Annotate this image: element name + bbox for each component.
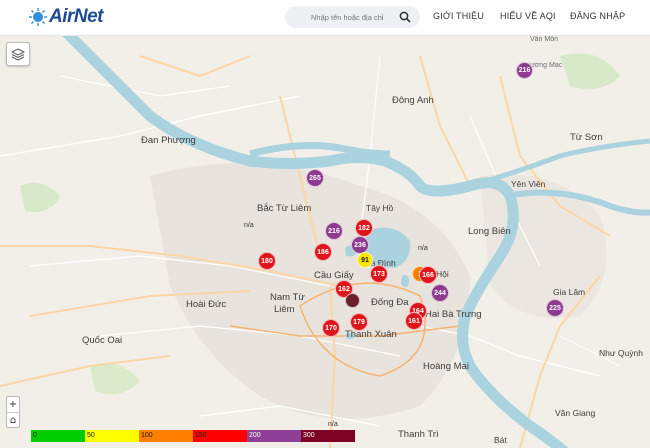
aqi-marker[interactable]: 186 xyxy=(314,243,332,261)
map-label: Từ Sơn xyxy=(570,132,603,143)
aqi-marker[interactable]: 180 xyxy=(258,252,276,270)
legend-swatch: 300 xyxy=(301,430,355,442)
map-label: Hoài Đức xyxy=(186,299,227,310)
na-label: n/a xyxy=(418,245,428,252)
map-label: Yên Viên xyxy=(511,179,546,189)
aqi-marker[interactable]: 182 xyxy=(355,219,373,237)
legend-swatch: 0 xyxy=(31,430,85,442)
layers-icon xyxy=(11,48,25,61)
map-base xyxy=(0,36,650,448)
aqi-marker[interactable]: 265 xyxy=(306,169,324,187)
aqi-marker[interactable]: 170 xyxy=(322,319,340,337)
map-label: Thanh Xuân xyxy=(345,329,397,340)
aqi-marker[interactable]: 161 xyxy=(405,312,423,330)
map-label: Hội xyxy=(436,269,449,279)
map-label: Đông Anh xyxy=(392,95,434,106)
legend-swatch: 200 xyxy=(247,430,301,442)
legend-swatch: 50 xyxy=(85,430,139,442)
aqi-legend: 0 50 100 150 200 300 xyxy=(31,430,355,442)
legend-swatch: 150 xyxy=(193,430,247,442)
map-label: Bắc Từ Liêm xyxy=(257,203,312,214)
map-label: Văn Giang xyxy=(555,408,596,418)
search-box[interactable] xyxy=(285,6,420,28)
aqi-marker[interactable]: 166 xyxy=(419,266,437,284)
map-label: Thanh Trì xyxy=(398,429,439,440)
map-label: Liêm xyxy=(274,304,295,315)
search-input[interactable] xyxy=(285,12,395,22)
map[interactable]: Vân Môn Đông Anh Đan Phượng Từ Sơn Yên V… xyxy=(0,36,650,448)
map-label: Như Quỳnh xyxy=(599,348,643,358)
logo-icon xyxy=(29,8,47,26)
map-label: Quốc Oai xyxy=(82,335,123,346)
map-label: Long Biên xyxy=(468,226,511,237)
na-label: n/a xyxy=(328,421,338,428)
header: AirNet GIỚI THIỆU HIỂU VỀ AQI ĐĂNG NHẬP xyxy=(0,0,650,36)
map-label: Cầu Giấy xyxy=(314,270,354,281)
aqi-marker[interactable]: 91 xyxy=(357,252,373,268)
aqi-marker[interactable]: 225 xyxy=(546,299,564,317)
map-label: Đống Đa xyxy=(371,297,409,308)
nav-about[interactable]: GIỚI THIỆU xyxy=(433,11,484,21)
aqi-marker[interactable] xyxy=(345,293,360,308)
aqi-marker[interactable]: 179 xyxy=(350,313,368,331)
map-label: Gia Lâm xyxy=(553,287,586,297)
map-label: Tây Hồ xyxy=(366,203,394,213)
map-label: Hoàng Mai xyxy=(423,361,469,372)
aqi-marker[interactable]: 173 xyxy=(370,265,388,283)
legend-swatch: 100 xyxy=(139,430,193,442)
map-label: Hai Bà Trưng xyxy=(425,309,482,320)
zoom-in-button[interactable]: + xyxy=(7,397,19,412)
home-button[interactable]: ⌂ xyxy=(7,412,19,427)
nav-login[interactable]: ĐĂNG NHẬP xyxy=(570,11,625,21)
nav-aqi-info[interactable]: HIỂU VỀ AQI xyxy=(500,11,556,21)
aqi-marker[interactable]: 244 xyxy=(431,284,449,302)
map-label: Bát xyxy=(494,435,507,445)
na-label: n/a xyxy=(244,222,254,229)
map-label: Đan Phượng xyxy=(141,135,196,146)
layers-button[interactable] xyxy=(6,42,30,66)
aqi-marker[interactable]: 216 xyxy=(516,62,533,79)
search-icon[interactable] xyxy=(399,11,411,23)
map-label: Vân Môn xyxy=(530,36,559,43)
logo-text: AirNet xyxy=(49,6,104,27)
airnet-logo[interactable]: AirNet xyxy=(28,6,104,28)
zoom-control: + ⌂ xyxy=(6,396,20,428)
map-label: Nam Từ xyxy=(270,292,305,303)
map-label: ương Mạc xyxy=(530,62,563,69)
aqi-marker[interactable]: 216 xyxy=(325,222,343,240)
